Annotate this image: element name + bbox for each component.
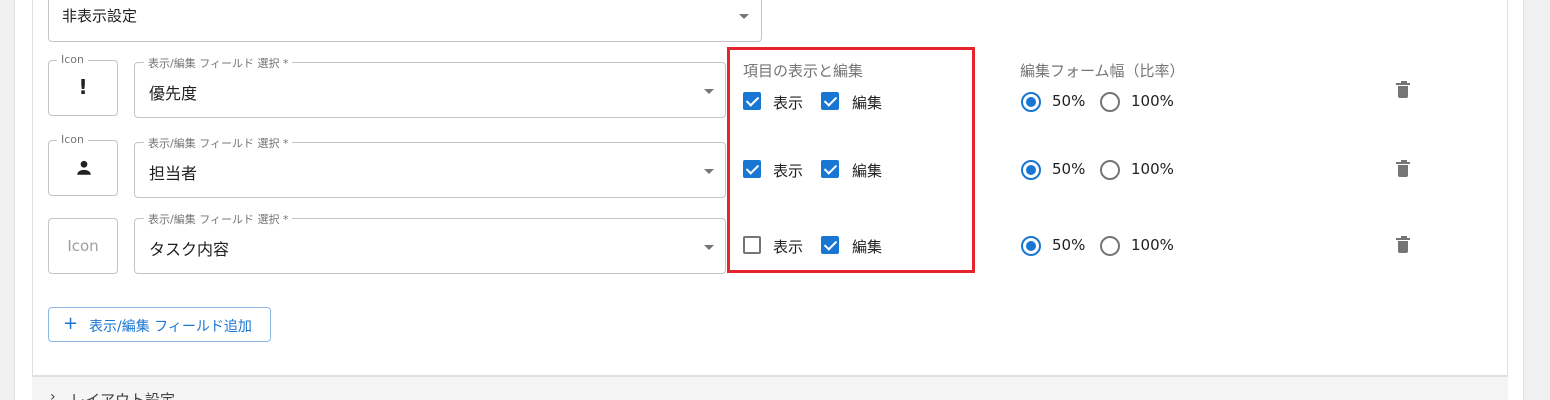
field-select-label: 表示/編集 フィールド 選択 * <box>144 55 293 71</box>
person-icon <box>77 160 91 175</box>
delete-icon[interactable] <box>1396 160 1410 177</box>
layout-settings-section[interactable]: › レイアウト設定 <box>32 376 1508 400</box>
width-100-label: 100% <box>1131 160 1174 178</box>
icon-select-placeholder: Icon <box>67 237 99 255</box>
width-100-radio[interactable] <box>1100 236 1120 256</box>
width-50-label: 50% <box>1052 92 1086 110</box>
add-field-button[interactable]: + 表示/編集 フィールド追加 <box>48 307 271 342</box>
icon-select[interactable]: Icon <box>48 133 118 196</box>
hidden-settings-value: 非表示設定 <box>62 7 138 25</box>
icon-select-label: Icon <box>57 133 88 146</box>
layout-settings-label: レイアウト設定 <box>70 391 176 400</box>
field-select[interactable]: 表示/編集 フィールド 選択 * 担当者 <box>134 135 726 198</box>
field-select-label: 表示/編集 フィールド 選択 * <box>144 135 293 151</box>
field-select-value: 優先度 <box>149 84 198 103</box>
width-100-radio[interactable] <box>1100 92 1120 112</box>
icon-select[interactable]: Icon ! <box>48 53 118 116</box>
plus-icon: + <box>63 313 79 334</box>
width-50-label: 50% <box>1052 236 1086 254</box>
width-100-label: 100% <box>1131 92 1174 110</box>
form-width-header: 編集フォーム幅（比率） <box>1020 62 1185 80</box>
highlight-box <box>727 47 975 273</box>
chevron-down-icon <box>704 89 714 94</box>
chevron-down-icon <box>704 169 714 174</box>
field-select-label: 表示/編集 フィールド 選択 * <box>144 211 293 227</box>
width-100-radio[interactable] <box>1100 160 1120 180</box>
delete-icon[interactable] <box>1396 236 1410 253</box>
width-50-label: 50% <box>1052 160 1086 178</box>
chevron-right-icon: › <box>50 389 56 400</box>
field-select[interactable]: 表示/編集 フィールド 選択 * 優先度 <box>134 55 726 118</box>
width-50-radio[interactable] <box>1021 160 1041 180</box>
chevron-down-icon <box>704 245 714 250</box>
field-select-value: タスク内容 <box>149 240 230 259</box>
hidden-settings-select[interactable]: 非表示設定 <box>48 0 762 42</box>
width-50-radio[interactable] <box>1021 92 1041 112</box>
icon-select-label: Icon <box>57 53 88 66</box>
field-select-value: 担当者 <box>149 164 198 183</box>
add-field-label: 表示/編集 フィールド追加 <box>89 319 252 335</box>
chevron-down-icon <box>739 14 749 19</box>
icon-select[interactable]: Icon <box>48 218 118 274</box>
width-100-label: 100% <box>1131 236 1174 254</box>
priority-exclamation-icon: ! <box>78 75 88 99</box>
width-50-radio[interactable] <box>1021 236 1041 256</box>
field-select[interactable]: 表示/編集 フィールド 選択 * タスク内容 <box>134 211 726 274</box>
delete-icon[interactable] <box>1396 81 1410 98</box>
